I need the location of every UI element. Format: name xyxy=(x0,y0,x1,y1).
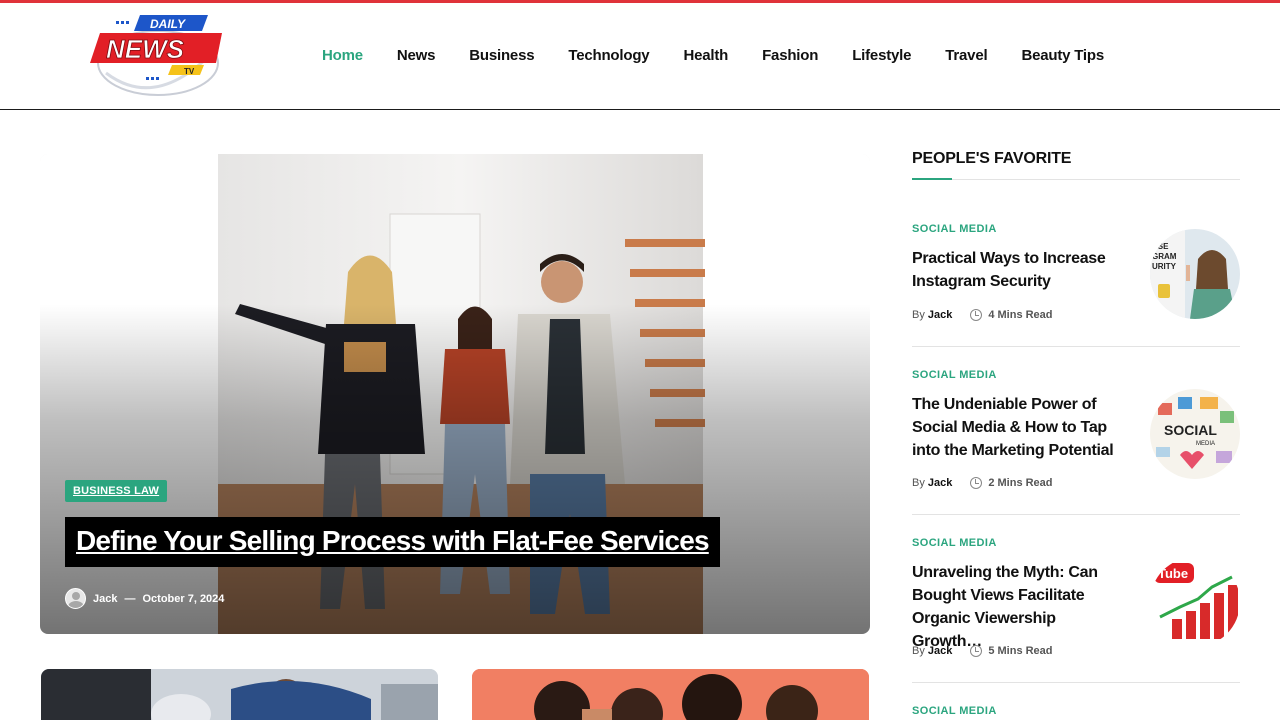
post-meta: By Jack 5 Mins Read xyxy=(912,645,1053,657)
youtube-views-thumb: Tube xyxy=(1150,557,1240,647)
hero-gradient-overlay xyxy=(40,304,870,634)
post-card-photo xyxy=(472,669,869,720)
post-thumbnail[interactable]: SOCIAL MEDIA xyxy=(1150,389,1240,479)
post-author[interactable]: Jack xyxy=(928,645,952,657)
divider xyxy=(912,514,1240,515)
by-label: By xyxy=(912,645,925,657)
post-title-link[interactable]: Practical Ways to Increase Instagram Sec… xyxy=(912,247,1127,293)
svg-text:MEDIA: MEDIA xyxy=(1196,441,1215,447)
nav-health[interactable]: Health xyxy=(683,47,728,64)
post-thumbnail[interactable]: ASE GRAM URITY xyxy=(1150,229,1240,319)
post-thumbnail[interactable]: Tube xyxy=(1150,557,1240,647)
post-meta: By Jack 2 Mins Read xyxy=(912,477,1053,489)
main-nav: Home News Business Technology Health Fas… xyxy=(322,47,1138,64)
post-category-link[interactable]: SOCIAL MEDIA xyxy=(912,369,997,381)
read-time: 4 Mins Read xyxy=(988,309,1053,321)
nav-home[interactable]: Home xyxy=(322,47,363,64)
svg-text:URITY: URITY xyxy=(1152,262,1177,271)
hero-category-badge[interactable]: BUSINESS LAW xyxy=(65,480,168,502)
svg-text:SOCIAL: SOCIAL xyxy=(1164,422,1217,438)
clock-icon xyxy=(970,309,983,321)
hero-date: October 7, 2024 xyxy=(142,592,225,605)
post-card-photo xyxy=(41,669,438,720)
divider xyxy=(912,682,1240,683)
author-avatar xyxy=(65,588,86,609)
svg-text:NEWS: NEWS xyxy=(106,34,185,64)
nav-beauty-tips[interactable]: Beauty Tips xyxy=(1021,47,1104,64)
by-label: By xyxy=(912,309,925,321)
nav-business[interactable]: Business xyxy=(469,47,534,64)
by-label: By xyxy=(912,477,925,489)
svg-text:GRAM: GRAM xyxy=(1152,252,1177,261)
svg-text:DAILY: DAILY xyxy=(150,17,186,31)
post-title-link[interactable]: The Undeniable Power of Social Media & H… xyxy=(912,393,1127,462)
post-category-link[interactable]: SOCIAL MEDIA xyxy=(912,537,997,549)
svg-text:Tube: Tube xyxy=(1158,566,1188,581)
sidebar-title: PEOPLE'S FAVORITE xyxy=(912,150,1240,180)
post-title-link[interactable]: Unraveling the Myth: Can Bought Views Fa… xyxy=(912,561,1127,653)
clock-icon xyxy=(970,477,983,489)
site-logo[interactable]: DAILY NEWS TV xyxy=(86,11,226,103)
read-time: 2 Mins Read xyxy=(988,477,1053,489)
sidebar-peoples-favorite: PEOPLE'S FAVORITE SOCIAL MEDIA Practical… xyxy=(912,150,1240,717)
svg-text:TV: TV xyxy=(184,67,195,76)
svg-text:ASE: ASE xyxy=(1152,242,1169,251)
read-time: 5 Mins Read xyxy=(988,645,1053,657)
nav-technology[interactable]: Technology xyxy=(568,47,649,64)
post-category-link[interactable]: SOCIAL MEDIA xyxy=(912,223,997,235)
clock-icon xyxy=(970,645,983,657)
hero-featured-post[interactable]: BUSINESS LAW Define Your Selling Process… xyxy=(40,154,870,634)
social-media-thumb: SOCIAL MEDIA xyxy=(1150,389,1240,479)
nav-fashion[interactable]: Fashion xyxy=(762,47,818,64)
hero-author-link[interactable]: Jack xyxy=(93,593,117,605)
hero-meta: Jack — October 7, 2024 xyxy=(65,588,224,609)
site-header: DAILY NEWS TV Home News Business Technol… xyxy=(0,3,1280,110)
nav-lifestyle[interactable]: Lifestyle xyxy=(852,47,911,64)
divider xyxy=(912,346,1240,347)
post-card-thumbnail[interactable] xyxy=(472,669,869,720)
post-meta: By Jack 4 Mins Read xyxy=(912,309,1053,321)
post-author[interactable]: Jack xyxy=(928,477,952,489)
nav-travel[interactable]: Travel xyxy=(945,47,987,64)
post-category-link[interactable]: SOCIAL MEDIA xyxy=(912,705,997,717)
meta-separator: — xyxy=(124,592,136,605)
post-author[interactable]: Jack xyxy=(928,309,952,321)
post-card-thumbnail[interactable] xyxy=(41,669,438,720)
hero-title[interactable]: Define Your Selling Process with Flat-Fe… xyxy=(65,517,720,567)
instagram-security-thumb: ASE GRAM URITY xyxy=(1150,229,1240,319)
nav-news[interactable]: News xyxy=(397,47,436,64)
